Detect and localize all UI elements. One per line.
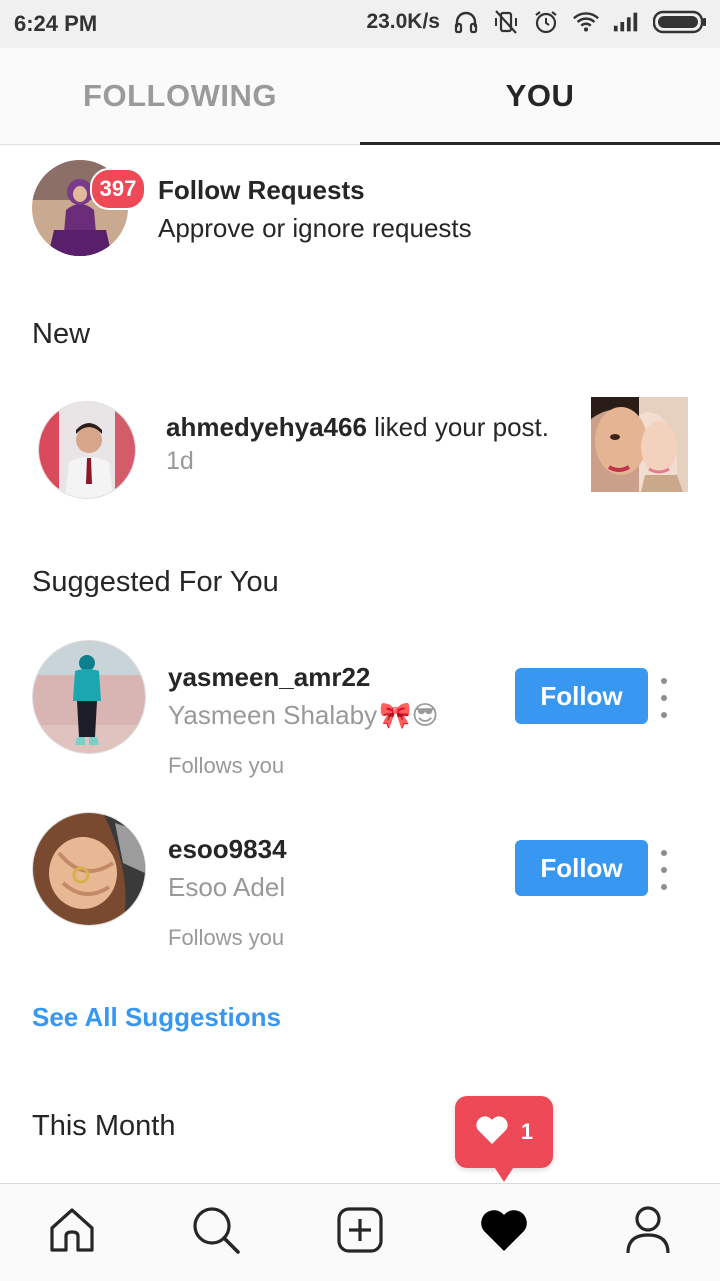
bottom-navigation (0, 1183, 720, 1281)
more-options-icon[interactable] (652, 678, 676, 718)
suggestion-username[interactable]: yasmeen_amr22 (168, 662, 370, 693)
wifi-icon (572, 8, 600, 36)
nav-search[interactable] (144, 1184, 288, 1281)
post-thumbnail[interactable] (591, 397, 688, 492)
vibrate-off-icon (492, 8, 520, 36)
suggestion-avatar[interactable] (32, 640, 146, 754)
activity-action: liked your post. (366, 412, 549, 442)
section-heading-suggested: Suggested For You (32, 566, 279, 598)
signal-icon (612, 8, 640, 36)
nav-profile[interactable] (576, 1184, 720, 1281)
battery-icon (652, 8, 708, 36)
section-heading-this-month: This Month (32, 1110, 176, 1142)
heart-icon (479, 1207, 529, 1258)
follow-requests-title[interactable]: Follow Requests (158, 175, 365, 206)
network-speed: 23.0K/s (366, 10, 440, 33)
activity-avatar[interactable] (38, 401, 136, 499)
activity-username[interactable]: ahmedyehya466 (166, 412, 367, 442)
heart-icon (475, 1115, 509, 1150)
follow-button[interactable]: Follow (515, 840, 648, 896)
suggestion-fullname-text: Esoo Adel (168, 872, 286, 902)
status-bar: 6:24 PM 23.0K/s (0, 0, 720, 48)
search-icon (191, 1205, 241, 1260)
suggestion-username[interactable]: esoo9834 (168, 834, 287, 865)
home-icon (48, 1206, 96, 1259)
add-post-icon (336, 1206, 384, 1259)
active-tab-indicator (360, 142, 720, 145)
nav-add-post[interactable] (288, 1184, 432, 1281)
notification-count: 1 (520, 1119, 534, 1144)
suggestion-fullname: Yasmeen Shalaby 🎀😎 (168, 700, 439, 731)
follow-requests-badge: 397 (90, 168, 146, 210)
suggestion-avatar[interactable] (32, 812, 146, 926)
suggestion-follows-you: Follows you (168, 925, 285, 950)
status-time: 6:24 PM (14, 11, 98, 36)
headphones-icon (452, 8, 480, 36)
see-all-suggestions-link[interactable]: See All Suggestions (32, 1002, 281, 1033)
tab-following[interactable]: FOLLOWING (0, 48, 360, 144)
activity-time: 1d (166, 447, 194, 475)
activity-tabs: FOLLOWING YOU (0, 48, 720, 145)
notification-bubble-tail (491, 1162, 517, 1182)
follow-button[interactable]: Follow (515, 668, 648, 724)
more-options-icon[interactable] (652, 850, 676, 890)
alarm-icon (532, 8, 560, 36)
activity-notification-bubble[interactable]: 1 (455, 1096, 553, 1168)
profile-icon (624, 1205, 672, 1260)
section-heading-new: New (32, 318, 91, 350)
follow-requests-subtitle: Approve or ignore requests (158, 213, 472, 243)
suggestion-name-emoji: 🎀😎 (379, 700, 439, 730)
tab-you[interactable]: YOU (360, 48, 720, 144)
activity-text: ahmedyehya466 liked your post. (166, 412, 549, 443)
suggestion-fullname-text: Yasmeen Shalaby (168, 700, 378, 730)
status-icons: 23.0K/s (366, 8, 708, 36)
suggestion-fullname: Esoo Adel (168, 872, 287, 903)
nav-home[interactable] (0, 1184, 144, 1281)
nav-activity[interactable] (432, 1184, 576, 1281)
suggestion-follows-you: Follows you (168, 753, 285, 778)
